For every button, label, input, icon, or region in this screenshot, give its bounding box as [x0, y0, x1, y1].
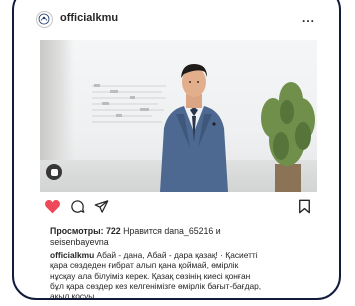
logo-icon: [38, 13, 50, 25]
caption-username[interactable]: officialkmu: [50, 250, 94, 260]
likes-text[interactable]: Нравится dana_65216 и: [123, 226, 221, 236]
post-card: officialkmu ... Просмотры: 722 Нравится …: [12, 0, 341, 300]
post-video[interactable]: [40, 40, 317, 192]
post-username[interactable]: officialkmu: [60, 12, 118, 24]
caption-line: бұл қара сөздер кез келгенімізге өмірлік…: [50, 280, 262, 291]
likes-text-2[interactable]: seisenbayevna: [50, 237, 109, 247]
post-caption: officialkmu Абай - дана, Абай - дара қаз…: [50, 250, 320, 300]
speaker-image: [160, 64, 228, 192]
post-header: officialkmu ...: [14, 2, 339, 36]
caption-line: нұсқау ала білуіміз керек. Қазақ сөзінің…: [50, 270, 251, 281]
caption-line: Абай - дана, Абай - дара қазақ! · Қасиет…: [94, 250, 258, 260]
caption-line: қара сөздеден ғибрат алып қана қоймай, ө…: [50, 260, 239, 271]
account-avatar[interactable]: [36, 11, 53, 28]
share-icon[interactable]: [94, 199, 109, 214]
comment-icon[interactable]: [70, 199, 85, 214]
more-icon[interactable]: ...: [302, 11, 315, 25]
bookmark-icon[interactable]: [298, 199, 311, 214]
heart-icon[interactable]: [44, 199, 61, 214]
post-actions: [40, 197, 317, 219]
post-stats: Просмотры: 722 Нравится dana_65216 и sei…: [50, 226, 320, 248]
video-indicator-icon[interactable]: [46, 164, 62, 180]
views-count: Просмотры: 722: [50, 226, 121, 236]
caption-line: ақыл қосуы.: [50, 291, 97, 300]
plant-image: [261, 82, 315, 192]
